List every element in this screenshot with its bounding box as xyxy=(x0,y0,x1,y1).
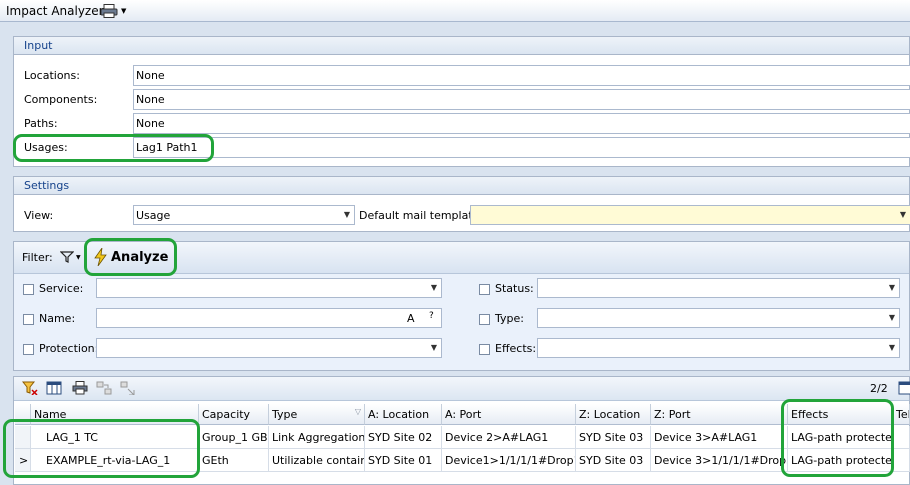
status-checkbox[interactable] xyxy=(479,284,490,295)
settings-panel: Settings View: Usage ▼ Default mail temp… xyxy=(13,176,910,232)
clear-filter-icon[interactable] xyxy=(22,381,38,395)
funnel-icon xyxy=(60,251,74,263)
type-header-label: Type xyxy=(272,408,298,421)
chevron-down-icon: ▼ xyxy=(430,343,437,352)
dropdown-arrow-icon: ▼ xyxy=(76,253,81,261)
cell-z-port[interactable]: Device 3>1/1/1/1#Drop3. xyxy=(651,449,788,472)
chevron-down-icon: ▼ xyxy=(899,210,906,219)
components-label: Components: xyxy=(24,93,98,106)
cell-a-location[interactable]: SYD Site 01 xyxy=(365,449,442,472)
cell-z-location[interactable]: SYD Site 03 xyxy=(576,449,651,472)
cell-a-port[interactable]: Device 2>A#LAG1 xyxy=(442,426,576,449)
usages-highlight xyxy=(13,134,214,162)
input-panel-title: Input xyxy=(14,37,909,55)
locations-field[interactable]: None xyxy=(133,65,910,86)
column-header-a-location[interactable]: A: Location xyxy=(365,404,442,425)
chevron-down-icon: ▼ xyxy=(888,283,895,292)
protection-select[interactable]: ▼ xyxy=(96,338,442,358)
printer-icon[interactable] xyxy=(72,381,88,395)
type-select[interactable]: ▼ xyxy=(537,308,900,328)
chevron-down-icon: ▼ xyxy=(343,210,350,219)
row-count: 2/2 xyxy=(870,382,888,395)
column-filter-icon[interactable]: ▽ xyxy=(355,407,361,416)
effects-column-highlight xyxy=(781,399,894,477)
cell-z-location[interactable]: SYD Site 03 xyxy=(576,426,651,449)
collapse-icon[interactable] xyxy=(96,381,112,395)
components-field[interactable]: None xyxy=(133,89,910,110)
effects-select[interactable]: ▼ xyxy=(537,338,900,358)
type-label: Type: xyxy=(495,312,524,325)
name-filter-input[interactable]: A ? xyxy=(96,308,442,328)
grid-toolbar: 2/2 xyxy=(14,377,910,401)
mail-template-select[interactable]: ▼ xyxy=(470,205,910,225)
filter-label: Filter: xyxy=(22,251,53,264)
effects-checkbox[interactable] xyxy=(479,344,490,355)
grid-settings-icon[interactable] xyxy=(898,381,910,395)
mail-template-label: Default mail template: xyxy=(359,209,484,222)
expand-icon[interactable] xyxy=(120,381,136,395)
cell-z-port[interactable]: Device 3>A#LAG1 xyxy=(651,426,788,449)
cell-tele[interactable] xyxy=(893,449,910,472)
cell-type[interactable]: Utilizable container xyxy=(269,449,365,472)
cell-capacity[interactable]: Group_1 GBit xyxy=(199,426,269,449)
usages-field[interactable]: Lag1 Path1 xyxy=(133,137,910,158)
chevron-down-icon: ▼ xyxy=(430,283,437,292)
cell-tele[interactable] xyxy=(893,426,910,449)
name-filter-mode[interactable]: A xyxy=(407,312,415,325)
name-label: Name: xyxy=(39,312,76,325)
protection-checkbox[interactable] xyxy=(23,344,34,355)
locations-row: Locations: None xyxy=(14,64,910,88)
service-label: Service: xyxy=(39,282,84,295)
status-select[interactable]: ▼ xyxy=(537,278,900,298)
cell-a-location[interactable]: SYD Site 02 xyxy=(365,426,442,449)
view-label: View: xyxy=(24,209,54,222)
filter-menu-button[interactable]: ▼ xyxy=(60,251,81,263)
settings-panel-title: Settings xyxy=(14,177,909,195)
cell-capacity[interactable]: GEth xyxy=(199,449,269,472)
protection-label: Protection: xyxy=(39,342,99,355)
service-select[interactable]: ▼ xyxy=(96,278,442,298)
analyze-highlight xyxy=(84,238,177,276)
column-header-z-port[interactable]: Z: Port xyxy=(651,404,788,425)
name-column-highlight xyxy=(3,419,200,478)
status-label: Status: xyxy=(495,282,534,295)
name-filter-help[interactable]: ? xyxy=(429,311,434,321)
column-header-capacity[interactable]: Capacity xyxy=(199,404,269,425)
window-title: Impact Analyzer xyxy=(6,4,104,18)
column-header-z-location[interactable]: Z: Location xyxy=(576,404,651,425)
service-checkbox[interactable] xyxy=(23,284,34,295)
cell-a-port[interactable]: Device1>1/1/1/1#Drop1.1 xyxy=(442,449,576,472)
view-value: Usage xyxy=(136,209,171,222)
dropdown-arrow-icon: ▼ xyxy=(121,7,127,15)
title-bar: Impact Analyzer ▼ xyxy=(0,0,910,22)
chevron-down-icon: ▼ xyxy=(888,343,895,352)
column-header-tele[interactable]: Tele xyxy=(893,404,910,425)
paths-row: Paths: None xyxy=(14,112,910,136)
chevron-down-icon: ▼ xyxy=(888,313,895,322)
components-row: Components: None xyxy=(14,88,910,112)
column-header-type[interactable]: Type ▽ xyxy=(269,404,365,425)
name-checkbox[interactable] xyxy=(23,314,34,325)
print-menu-button[interactable]: ▼ xyxy=(100,3,130,19)
cell-type[interactable]: Link Aggregation xyxy=(269,426,365,449)
column-header-a-port[interactable]: A: Port xyxy=(442,404,576,425)
view-select[interactable]: Usage ▼ xyxy=(133,205,355,225)
effects-label: Effects: xyxy=(495,342,537,355)
locations-label: Locations: xyxy=(24,69,80,82)
paths-label: Paths: xyxy=(24,117,58,130)
printer-icon xyxy=(100,4,118,18)
paths-field[interactable]: None xyxy=(133,113,910,134)
type-checkbox[interactable] xyxy=(479,314,490,325)
columns-icon[interactable] xyxy=(46,381,62,395)
